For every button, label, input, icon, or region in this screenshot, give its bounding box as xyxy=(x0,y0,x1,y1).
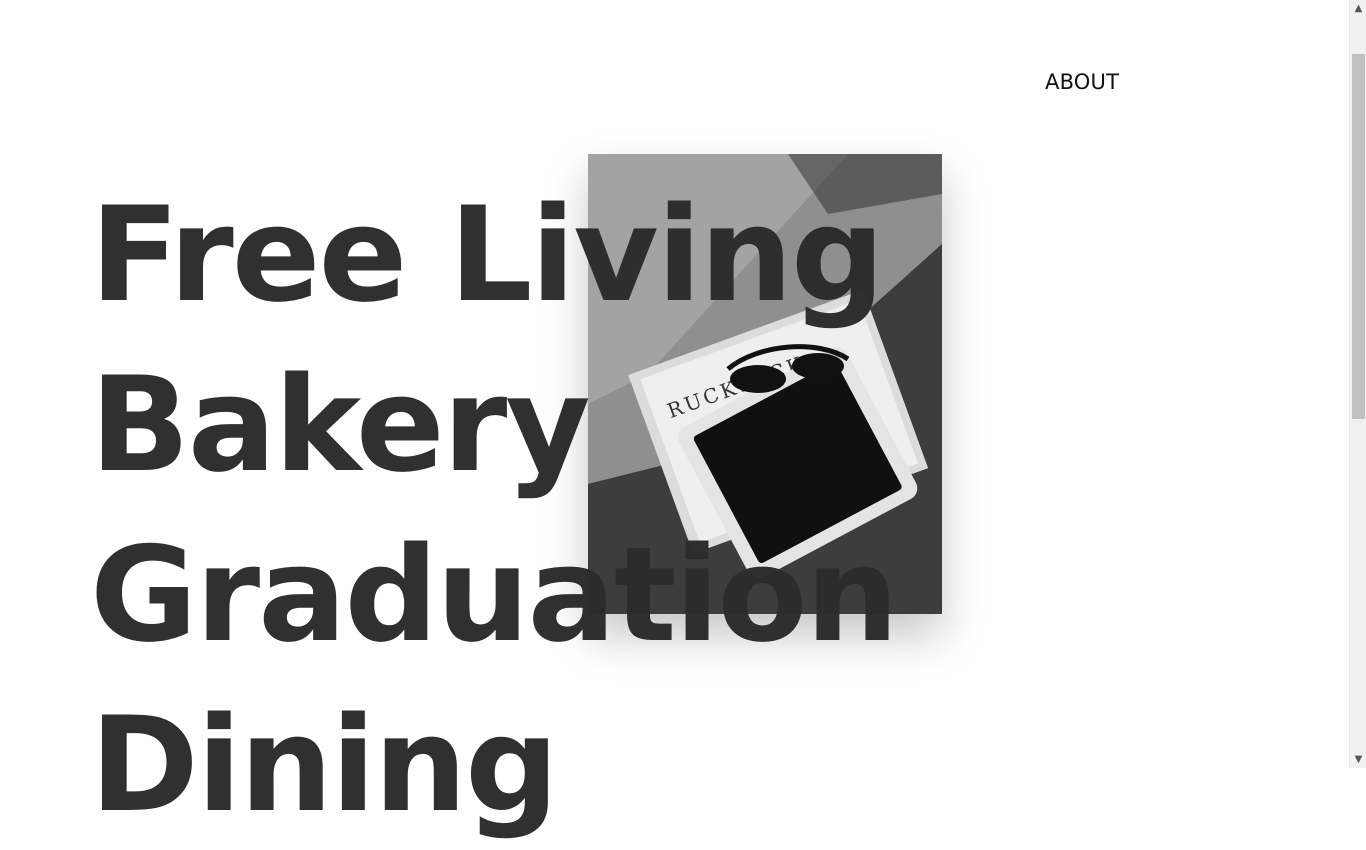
scroll-up-arrow-icon[interactable]: ▲ xyxy=(1350,0,1366,17)
headline-word-1: Free Living xyxy=(90,178,885,331)
scrollbar-thumb[interactable] xyxy=(1352,54,1365,419)
nav-about-link[interactable]: ABOUT xyxy=(1045,70,1119,94)
headline-word-2: Bakery xyxy=(90,348,591,501)
headline-word-4: Dining xyxy=(90,688,559,841)
headline-word-3: Graduation xyxy=(90,518,899,671)
scroll-down-arrow-icon[interactable]: ▼ xyxy=(1350,751,1366,768)
vertical-scrollbar[interactable]: ▲ ▼ xyxy=(1349,0,1366,768)
hero-headline: Free Living Bakery Graduation Dining xyxy=(90,170,899,850)
